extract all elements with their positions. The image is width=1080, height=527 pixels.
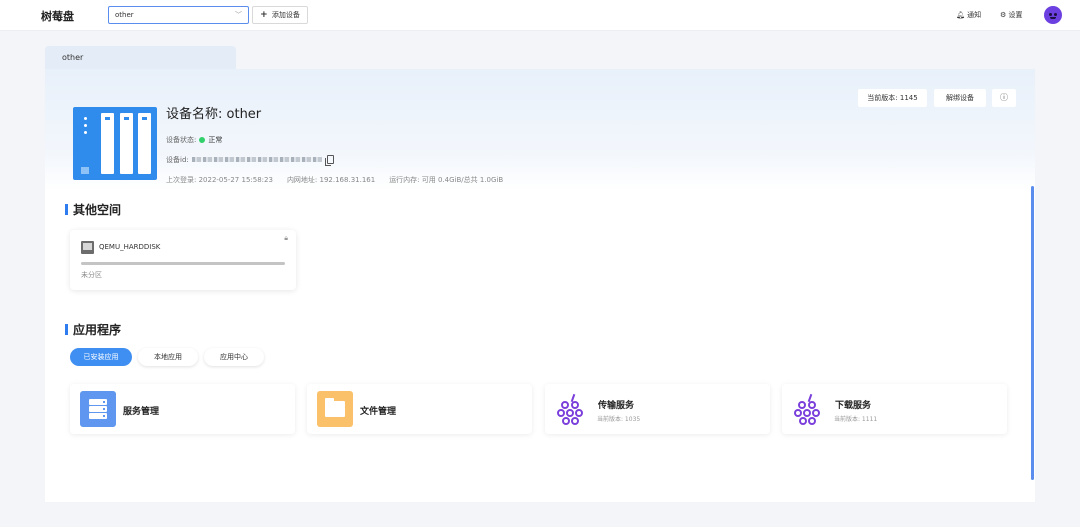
settings-button[interactable]: ⚙ 设置 (1000, 10, 1023, 20)
nas-slot-pip (124, 117, 129, 120)
avatar[interactable] (1044, 6, 1062, 24)
tab-local-apps[interactable]: 本地应用 (138, 348, 198, 366)
apps-title: 应用程序 (65, 321, 121, 338)
nas-slot (138, 113, 151, 174)
nas-slot-pip (105, 117, 110, 120)
app-logo[interactable]: 树莓盘 (41, 8, 74, 24)
notify-label: 通知 (967, 11, 982, 19)
device-select-value: other (115, 11, 134, 19)
notify-button[interactable]: 🔔︎ 通知 (956, 10, 981, 20)
status-dot-icon (199, 137, 206, 143)
device-status: 设备状态: 正常 (166, 135, 222, 145)
nas-slot-pip (142, 117, 147, 120)
device-meta: 上次登录: 2022-05-27 15:58:23 内网地址: 192.168.3… (166, 175, 503, 185)
lan-ip: 内网地址: 192.168.31.161 (286, 176, 376, 184)
copy-icon[interactable] (324, 155, 334, 166)
nas-slot (79, 113, 92, 174)
chevron-down-icon: ﹀ (235, 11, 242, 19)
memory-info: 运行内存: 可用 0.4GiB/总共 1.0GiB (389, 176, 504, 184)
bell-icon: 🔔︎ (956, 11, 965, 19)
avatar-eye (1049, 13, 1052, 16)
nas-slot (101, 113, 114, 174)
disk-usage-bar (81, 262, 285, 265)
top-bar: 树莓盘 other ﹀ + 添加设备 🔔︎ 通知 ⚙ 设置 (0, 0, 1080, 31)
nas-led (84, 131, 87, 134)
device-id-label: 设备id: (166, 156, 189, 164)
tab-app-center[interactable]: 应用中心 (204, 348, 264, 366)
status-value: 正常 (208, 136, 223, 144)
app-version: 当前版本: 1111 (834, 416, 878, 423)
lock-icon: 🔒︎ (284, 234, 288, 242)
device-select[interactable]: other ﹀ (108, 6, 249, 24)
app-card-service-management[interactable]: 服务管理 (70, 384, 295, 434)
hard-disk-icon (81, 241, 94, 254)
disk-card[interactable]: QEMU_HARDDISK 🔒︎ 未分区 (70, 230, 296, 290)
server-icon (80, 391, 116, 427)
app-name: 下载服务 (835, 401, 872, 411)
nas-led (84, 124, 87, 127)
app-card-transfer-service[interactable]: 传输服务 当前版本: 1035 (545, 384, 770, 434)
last-login: 上次登录: 2022-05-27 15:58:23 (166, 176, 273, 184)
folder-icon (317, 391, 353, 427)
avatar-mouth (1050, 17, 1056, 19)
tab-device-other[interactable]: other (45, 46, 236, 70)
plus-icon: + (260, 10, 268, 20)
scrollbar[interactable] (1031, 186, 1034, 480)
nas-status-block (81, 167, 89, 174)
nas-slot (120, 113, 133, 174)
app-name: 服务管理 (123, 407, 160, 417)
status-label: 设备状态: (166, 136, 197, 144)
device-id-redacted (191, 157, 322, 162)
device-title: 设备名称: other (166, 107, 262, 122)
app-card-download-service[interactable]: 下载服务 当前版本: 1111 (782, 384, 1007, 434)
app-name: 传输服务 (598, 401, 635, 411)
gear-icon: ⚙ (1000, 11, 1007, 19)
grape-icon (792, 391, 828, 427)
tab-installed-apps[interactable]: 已安装应用 (70, 348, 132, 366)
app-version: 当前版本: 1035 (597, 416, 641, 423)
app-card-file-management[interactable]: 文件管理 (307, 384, 532, 434)
add-device-label: 添加设备 (271, 11, 300, 19)
info-icon[interactable]: ⓘ (992, 89, 1016, 107)
other-space-title: 其他空间 (65, 201, 121, 218)
avatar-eye (1054, 13, 1057, 16)
settings-label: 设置 (1008, 11, 1023, 19)
disk-partition-status: 未分区 (81, 271, 102, 279)
device-header: 当前版本: 1145 解绑设备 ⓘ 设备名称: other 设备状态: 正常 设备… (45, 69, 1035, 191)
app-name: 文件管理 (360, 407, 397, 417)
current-version-button[interactable]: 当前版本: 1145 (858, 89, 927, 107)
device-id: 设备id: (166, 155, 334, 166)
nas-led (84, 117, 87, 120)
device-panel: 当前版本: 1145 解绑设备 ⓘ 设备名称: other 设备状态: 正常 设备… (45, 69, 1035, 502)
nas-device-icon (73, 107, 157, 180)
disk-name: QEMU_HARDDISK (99, 243, 161, 251)
unbind-device-button[interactable]: 解绑设备 (934, 89, 986, 107)
grape-icon (555, 391, 591, 427)
add-device-button[interactable]: + 添加设备 (252, 6, 308, 24)
